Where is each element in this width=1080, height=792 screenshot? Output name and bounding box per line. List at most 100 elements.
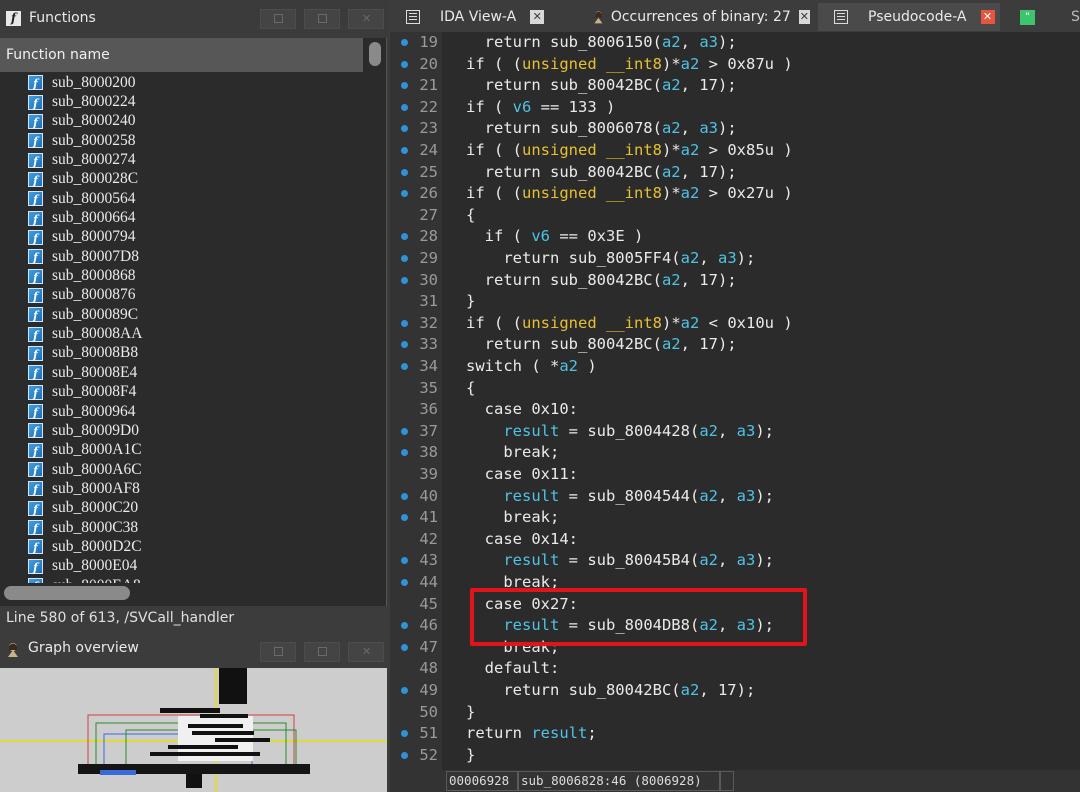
code-line[interactable]: 41 break; (390, 507, 1080, 529)
panel-restore-button[interactable] (304, 9, 340, 29)
breakpoint-dot-icon[interactable] (401, 579, 408, 586)
function-list-item[interactable]: f sub_8000868 (0, 266, 360, 285)
code-line[interactable]: 36 case 0x10: (390, 399, 1080, 421)
tab-strings[interactable]: " S (1008, 3, 1080, 31)
graph-overview-canvas[interactable] (0, 668, 387, 792)
breakpoint-dot-icon[interactable] (401, 125, 408, 133)
code-line[interactable]: 24 if ( (unsigned __int8)*a2 > 0x85u ) (390, 140, 1080, 162)
breakpoint-dot-icon[interactable] (401, 363, 408, 370)
function-list-item[interactable]: f sub_8000274 (0, 150, 360, 169)
code-line[interactable]: 27 { (390, 205, 1080, 227)
graph-float-button[interactable] (260, 642, 296, 662)
code-line[interactable]: 20 if ( (unsigned __int8)*a2 > 0x87u ) (390, 54, 1080, 76)
code-line[interactable]: 23 return sub_8006078(a2, a3); (390, 118, 1080, 140)
tab-close-icon[interactable]: ✕ (980, 10, 995, 24)
breakpoint-dot-icon[interactable] (401, 147, 408, 154)
function-list-item[interactable]: f sub_8000A6C (0, 460, 360, 479)
function-list-item[interactable]: f sub_80008AA (0, 324, 360, 343)
code-line[interactable]: 33 return sub_80042BC(a2, 17); (390, 334, 1080, 356)
code-line[interactable]: 28 if ( v6 == 0x3E ) (390, 226, 1080, 248)
breakpoint-dot-icon[interactable] (401, 730, 408, 738)
code-line[interactable]: 30 return sub_80042BC(a2, 17); (390, 270, 1080, 292)
function-list-item[interactable]: f sub_8000AF8 (0, 479, 360, 498)
breakpoint-dot-icon[interactable] (401, 622, 408, 630)
graph-restore-button[interactable] (304, 642, 340, 662)
code-line[interactable]: 48 default: (390, 658, 1080, 680)
breakpoint-dot-icon[interactable] (401, 643, 408, 651)
function-list-item[interactable]: f sub_80009D0 (0, 421, 360, 440)
function-list-item[interactable]: f sub_80008E4 (0, 363, 360, 382)
code-line[interactable]: 35 { (390, 378, 1080, 400)
scrollbar-thumb[interactable] (369, 42, 381, 66)
breakpoint-dot-icon[interactable] (401, 341, 408, 349)
function-list-item[interactable]: f sub_8000794 (0, 228, 360, 247)
code-line[interactable]: 37 result = sub_8004428(a2, a3); (390, 421, 1080, 443)
tab-ida-view-a[interactable]: IDA View-A ✕ (390, 3, 568, 31)
pseudocode-view[interactable]: 19 return sub_8006150(a2, a3); 20 if ( (un… (390, 32, 1080, 770)
function-list-item[interactable]: f sub_8000664 (0, 208, 360, 227)
code-line[interactable]: 51 return result; (390, 723, 1080, 745)
code-line[interactable]: 21 return sub_80042BC(a2, 17); (390, 75, 1080, 97)
code-line[interactable]: 22 if ( v6 == 133 ) (390, 97, 1080, 119)
code-line[interactable]: 29 return sub_8005FF4(a2, a3); (390, 248, 1080, 270)
code-line[interactable]: 31} (390, 291, 1080, 313)
breakpoint-dot-icon[interactable] (401, 60, 408, 68)
function-list-item[interactable]: f sub_80008B8 (0, 344, 360, 363)
code-line[interactable]: 38 break; (390, 442, 1080, 464)
function-list-item[interactable]: f sub_800028C (0, 170, 360, 189)
breakpoint-dot-icon[interactable] (401, 233, 408, 241)
code-line[interactable]: 25 return sub_80042BC(a2, 17); (390, 162, 1080, 184)
breakpoint-dot-icon[interactable] (401, 514, 408, 522)
function-list-item[interactable]: f sub_8000876 (0, 286, 360, 305)
function-list-item[interactable]: f sub_8000964 (0, 402, 360, 421)
function-list-item[interactable]: f sub_8000240 (0, 112, 360, 131)
function-list-item[interactable]: f sub_800089C (0, 305, 360, 324)
breakpoint-dot-icon[interactable] (401, 103, 408, 111)
function-list-item[interactable]: f sub_8000C20 (0, 499, 360, 518)
function-list-item[interactable]: f sub_8000A1C (0, 441, 360, 460)
code-line[interactable]: 40 result = sub_8004544(a2, a3); (390, 486, 1080, 508)
breakpoint-dot-icon[interactable] (401, 427, 408, 435)
function-list-item[interactable]: f sub_80007D8 (0, 247, 360, 266)
function-list-item[interactable]: f sub_8000564 (0, 189, 360, 208)
function-list-item[interactable]: f sub_80008F4 (0, 383, 360, 402)
panel-float-button[interactable] (260, 9, 296, 29)
functions-vertical-scrollbar[interactable] (366, 40, 384, 600)
column-header-function-name[interactable]: Function name (0, 38, 363, 73)
tab-close-icon[interactable]: ✕ (798, 10, 810, 24)
breakpoint-dot-icon[interactable] (401, 190, 408, 198)
breakpoint-dot-icon[interactable] (401, 687, 408, 694)
breakpoint-dot-icon[interactable] (401, 492, 408, 500)
code-line[interactable]: 49 return sub_80042BC(a2, 17); (390, 680, 1080, 702)
functions-horizontal-scrollbar[interactable] (4, 586, 130, 600)
code-line[interactable]: 34 switch ( *a2 ) (390, 356, 1080, 378)
breakpoint-dot-icon[interactable] (401, 276, 408, 284)
breakpoint-dot-icon[interactable] (401, 82, 408, 90)
tab-occurrences[interactable]: Occurrences of binary: 27 ✕ (588, 3, 810, 31)
function-list-item[interactable]: f sub_8000EA8 (0, 576, 360, 583)
function-list-item[interactable]: f sub_8000258 (0, 131, 360, 150)
functions-list[interactable]: Function name f sub_8000200 f sub_8000224 f s… (0, 38, 387, 606)
breakpoint-dot-icon[interactable] (401, 319, 408, 327)
breakpoint-dot-icon[interactable] (401, 168, 408, 176)
function-list-item[interactable]: f sub_8000C38 (0, 518, 360, 537)
breakpoint-dot-icon[interactable] (401, 449, 408, 457)
code-line[interactable]: 26 if ( (unsigned __int8)*a2 > 0x27u ) (390, 183, 1080, 205)
code-line[interactable]: 43 result = sub_80045B4(a2, a3); (390, 550, 1080, 572)
function-list-item[interactable]: f sub_8000200 (0, 73, 360, 92)
code-line[interactable]: 39 case 0x11: (390, 464, 1080, 486)
panel-close-button[interactable]: ✕ (348, 9, 384, 29)
tab-close-icon[interactable]: ✕ (530, 10, 545, 24)
code-line[interactable]: 19 return sub_8006150(a2, a3); (390, 32, 1080, 54)
tab-pseudocode-a[interactable]: Pseudocode-A ✕ (818, 3, 1000, 31)
function-list-item[interactable]: f sub_8000D2C (0, 537, 360, 556)
code-line[interactable]: 50} (390, 702, 1080, 724)
breakpoint-dot-icon[interactable] (401, 751, 408, 759)
function-list-item[interactable]: f sub_8000224 (0, 92, 360, 111)
breakpoint-dot-icon[interactable] (401, 255, 408, 262)
breakpoint-dot-icon[interactable] (401, 557, 408, 565)
code-line[interactable]: 42 case 0x14: (390, 529, 1080, 551)
code-line[interactable]: 52} (390, 745, 1080, 767)
breakpoint-dot-icon[interactable] (401, 39, 408, 46)
code-line[interactable]: 32 if ( (unsigned __int8)*a2 < 0x10u ) (390, 313, 1080, 335)
